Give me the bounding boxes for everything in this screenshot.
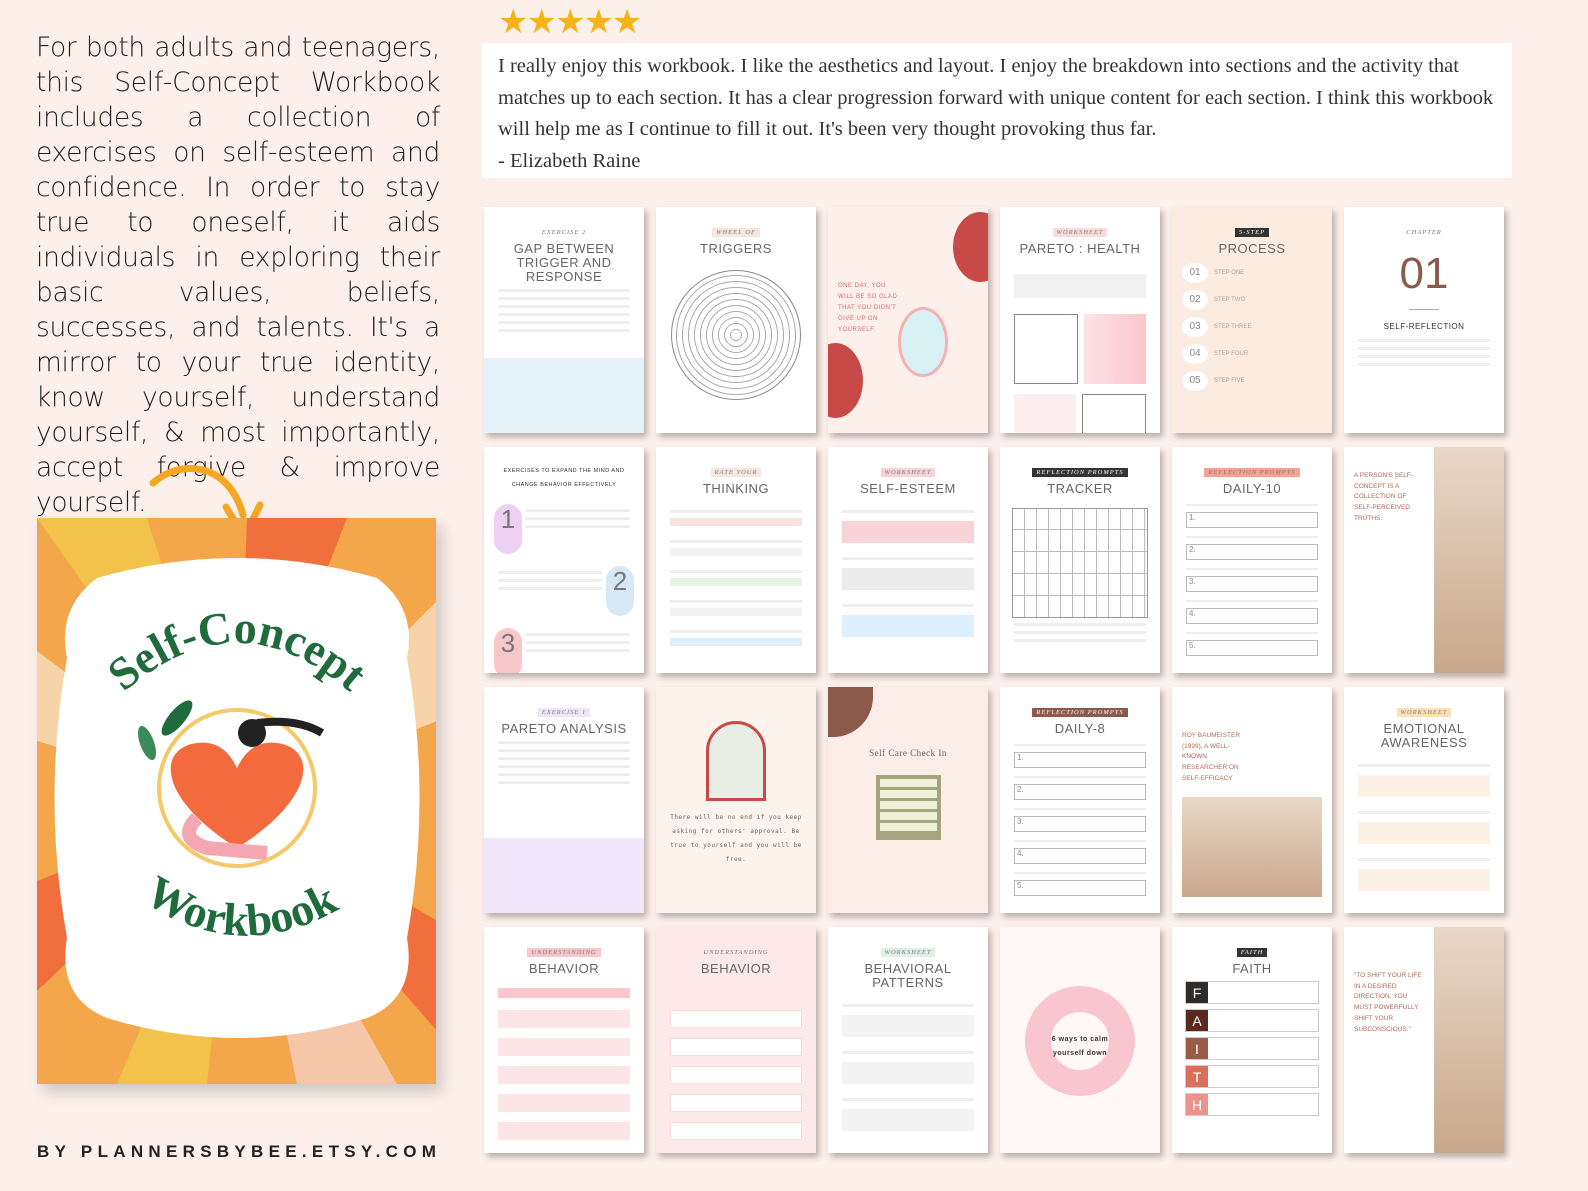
- page-preview: A PERSON'S SELF-CONCEPT IS A COLLECTION …: [1344, 447, 1504, 673]
- page-title: DAILY-8: [1054, 721, 1106, 736]
- review-author: - Elizabeth Raine: [498, 149, 641, 172]
- step-number: 04: [1182, 344, 1208, 364]
- page-preview-grid: Exercise 2 GAP BETWEEN TRIGGER AND RESPON…: [484, 207, 1504, 1153]
- page-label: Rate your: [710, 468, 762, 477]
- workbook-cover: Self-Concept Workbook: [37, 518, 437, 1084]
- page-label: Understanding: [527, 948, 601, 957]
- page-preview: Reflection prompts DAILY-8 1. 2. 3. 4. 5.: [1000, 687, 1160, 913]
- faith-letter: T: [1186, 1066, 1208, 1087]
- review-text: I really enjoy this workbook. I like the…: [498, 55, 1494, 140]
- page-preview: Roy Baumeister (1999), a well-known rese…: [1172, 687, 1332, 913]
- page-label: Reflection prompts: [1032, 468, 1128, 477]
- step-number: 02: [1182, 290, 1208, 310]
- page-title: THINKING: [702, 481, 770, 496]
- step-name: STEP THREE: [1214, 324, 1252, 330]
- page-title: TRIGGERS: [700, 241, 772, 256]
- page-title: BEHAVIORAL PATTERNS: [864, 961, 952, 990]
- page-title: TRACKER: [1047, 481, 1113, 496]
- page-title: GAP BETWEEN TRIGGER AND RESPONSE: [513, 241, 615, 284]
- page-preview: Wheel of TRIGGERS: [656, 207, 816, 433]
- rating-stars: ★★★★★: [498, 3, 642, 41]
- page-label: Exercise 1: [537, 708, 591, 717]
- page-label: Exercise 2: [537, 228, 591, 237]
- page-preview: Worksheet PARETO : HEALTH: [1000, 207, 1160, 433]
- page-label: Faith: [1236, 948, 1268, 957]
- page-preview: Reflection prompts TRACKER: [1000, 447, 1160, 673]
- page-title: 6 ways to calm yourself down: [1051, 1036, 1109, 1057]
- page-preview: 6 ways to calm yourself down: [1000, 927, 1160, 1153]
- faith-letter: I: [1186, 1038, 1208, 1059]
- page-preview: Self Care Check In: [828, 687, 988, 913]
- step-number: 01: [1182, 263, 1208, 283]
- page-label: Worksheet: [1052, 228, 1108, 237]
- step-number: 2: [606, 566, 634, 616]
- page-preview: Worksheet BEHAVIORAL PATTERNS: [828, 927, 988, 1153]
- page-title: BEHAVIOR: [700, 961, 772, 976]
- page-preview: Worksheet SELF-ESTEEM: [828, 447, 988, 673]
- page-preview: Exercise 1 PARETO ANALYSIS: [484, 687, 644, 913]
- faith-letter: H: [1186, 1094, 1208, 1115]
- page-quote: ONE DAY, YOU WILL BE SO GLAD THAT YOU DI…: [838, 283, 898, 333]
- page-label: Reflection prompts: [1204, 468, 1300, 477]
- page-preview: Reflection prompts DAILY-10 1. 2. 3. 4. 5.: [1172, 447, 1332, 673]
- page-preview: Rate your THINKING: [656, 447, 816, 673]
- page-title: PARETO : HEALTH: [1019, 241, 1141, 256]
- step-name: STEP ONE: [1214, 270, 1245, 276]
- page-preview: Understanding BEHAVIOR: [484, 927, 644, 1153]
- page-label: Understanding: [699, 948, 773, 957]
- step-number: 1: [494, 504, 522, 554]
- page-text: Roy Baumeister (1999), a well-known rese…: [1182, 732, 1241, 782]
- step-name: STEP FIVE: [1214, 378, 1245, 384]
- step-name: STEP TWO: [1214, 297, 1246, 303]
- page-title: EMOTIONAL AWARENESS: [1380, 721, 1468, 750]
- page-label: Worksheet: [880, 468, 936, 477]
- page-title: Self Care Check In: [869, 748, 947, 758]
- page-preview: EXERCISES TO EXPAND THE MIND AND CHANGE …: [484, 447, 644, 673]
- page-title: BEHAVIOR: [528, 961, 600, 976]
- page-title: SELF-REFLECTION: [1383, 322, 1465, 331]
- page-preview: Chapter 01 SELF-REFLECTION: [1344, 207, 1504, 433]
- page-title: DAILY-10: [1222, 481, 1282, 496]
- page-title: EXERCISES TO EXPAND THE MIND AND CHANGE …: [503, 468, 625, 488]
- faith-letter: A: [1186, 1010, 1208, 1031]
- page-quote: There will be no end if you keep asking …: [670, 814, 802, 863]
- page-preview: Exercise 2 GAP BETWEEN TRIGGER AND RESPON…: [484, 207, 644, 433]
- step-number: 03: [1182, 317, 1208, 337]
- page-preview: 5-step PROCESS 01 STEP ONE 02 STEP TWO 03 STEP …: [1172, 207, 1332, 433]
- page-title: PARETO ANALYSIS: [501, 721, 627, 736]
- chapter-number: 01: [1399, 249, 1449, 298]
- page-text: "TO SHIFT YOUR LIFE IN A DESIRED DIRECTI…: [1354, 972, 1422, 1033]
- page-title: PROCESS: [1218, 241, 1286, 256]
- footer-shop-url[interactable]: BY PLANNERSBYBEE.ETSY.COM: [37, 1142, 441, 1162]
- page-label: Wheel of: [712, 228, 760, 237]
- step-name: STEP FOUR: [1214, 351, 1249, 357]
- step-number: 05: [1182, 371, 1208, 391]
- page-label: Reflection prompts: [1032, 708, 1128, 717]
- page-title: SELF-ESTEEM: [860, 481, 956, 496]
- faith-letter: F: [1186, 982, 1208, 1003]
- page-preview: Worksheet EMOTIONAL AWARENESS: [1344, 687, 1504, 913]
- page-label: Chapter: [1402, 228, 1446, 237]
- page-label: Worksheet: [1396, 708, 1452, 717]
- page-preview: Understanding BEHAVIOR: [656, 927, 816, 1153]
- review-box: I really enjoy this workbook. I like the…: [482, 43, 1512, 178]
- page-title: FAITH: [1232, 961, 1272, 976]
- page-preview: Faith FAITH F A I T H: [1172, 927, 1332, 1153]
- page-label: Worksheet: [880, 948, 936, 957]
- intro-text: For both adults and teenagers, this Self…: [36, 32, 440, 518]
- page-preview: ONE DAY, YOU WILL BE SO GLAD THAT YOU DI…: [828, 207, 988, 433]
- step-number: 3: [494, 628, 522, 673]
- page-label: 5-step: [1234, 228, 1270, 237]
- page-preview: "TO SHIFT YOUR LIFE IN A DESIRED DIRECTI…: [1344, 927, 1504, 1153]
- page-text: A PERSON'S SELF-CONCEPT IS A COLLECTION …: [1354, 472, 1414, 522]
- page-preview: There will be no end if you keep asking …: [656, 687, 816, 913]
